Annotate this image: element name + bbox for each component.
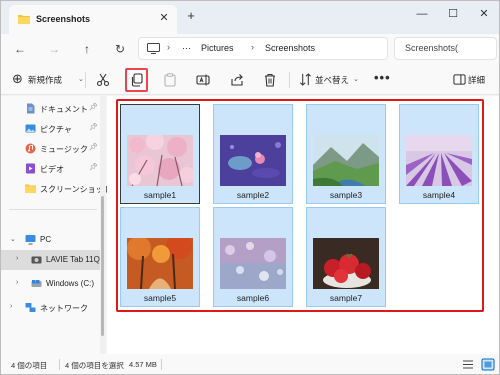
sidebar-item-pictures[interactable]: ピクチャ 📌︎ (1, 119, 101, 139)
network-icon (25, 303, 36, 312)
details-pane-icon (453, 74, 466, 85)
sidebar-item-label: ネットワーク (40, 304, 88, 313)
navigation-pane: ドキュメント 📌︎ ピクチャ 📌︎ ミュージック 📌︎ ビデオ 📌︎ スクリーン… (1, 96, 112, 354)
paste-button[interactable] (160, 70, 180, 90)
search-input[interactable]: Screenshots( (394, 37, 497, 60)
sidebar-item-lavie-tab[interactable]: › LAVIE Tab 11Q (1, 250, 101, 270)
close-window-button[interactable]: ✕ (469, 4, 499, 24)
sidebar-scrollbar[interactable] (100, 96, 105, 354)
chevron-down-icon[interactable]: ⌄ (10, 235, 16, 243)
new-label: 新規作成 (28, 75, 63, 85)
chevron-right-icon: › (167, 42, 170, 52)
pictures-icon (25, 124, 36, 133)
chevron-down-icon: ⌄ (78, 76, 84, 83)
device-icon (31, 256, 42, 264)
more-options-button[interactable]: ••• (374, 70, 391, 85)
toolbar-divider (85, 72, 86, 88)
plus-icon: ⊕ (12, 71, 23, 86)
search-placeholder: Screenshots( (405, 43, 459, 53)
breadcrumb-pictures[interactable]: Pictures (201, 43, 234, 53)
sidebar-divider (9, 209, 97, 210)
monitor-icon (147, 43, 160, 54)
pin-icon[interactable]: 📌︎ (89, 163, 98, 171)
trash-icon (265, 73, 275, 87)
sidebar-item-music[interactable]: ミュージック 📌︎ (1, 139, 101, 159)
file-explorer-window: Screenshots ✕ + — ☐ ✕ ← → ↑ ↻ › ··· Pict… (0, 0, 500, 375)
new-tab-icon[interactable]: + (184, 9, 198, 23)
breadcrumb-screenshots[interactable]: Screenshots (265, 43, 315, 53)
folder-icon (18, 15, 30, 24)
pin-icon[interactable]: 📌︎ (89, 103, 98, 111)
close-tab-icon[interactable]: ✕ (157, 11, 171, 25)
details-label: 詳細 (468, 75, 486, 85)
pin-icon[interactable]: 📌︎ (89, 123, 98, 131)
sidebar-item-pc[interactable]: ⌄ PC (1, 230, 101, 250)
sidebar-item-label: PC (40, 235, 52, 244)
title-bar: Screenshots ✕ + — ☐ ✕ (1, 1, 499, 34)
tiles-view-icon[interactable] (481, 358, 495, 371)
sidebar-item-documents[interactable]: ドキュメント 📌︎ (1, 99, 101, 119)
monitor-icon (25, 235, 36, 245)
rename-icon (196, 74, 210, 86)
chevron-right-icon[interactable]: › (16, 279, 18, 286)
sidebar-item-videos[interactable]: ビデオ 📌︎ (1, 159, 101, 179)
chevron-right-icon[interactable]: › (10, 303, 12, 310)
status-divider (161, 359, 162, 370)
sidebar-item-label: Windows (C:) (46, 279, 95, 288)
share-icon (231, 74, 243, 86)
address-bar-row: ← → ↑ ↻ › ··· Pictures › Screenshots Scr… (1, 34, 499, 64)
minimize-button[interactable]: — (407, 4, 437, 24)
scrollbar-thumb[interactable] (101, 196, 104, 336)
sidebar-item-screenshots[interactable]: スクリーンショット (1, 179, 112, 199)
sidebar-item-label: ピクチャ (40, 125, 72, 134)
document-icon (27, 103, 35, 114)
up-arrow-icon[interactable]: ↑ (76, 38, 98, 60)
chevron-right-icon[interactable]: › (16, 255, 18, 262)
cut-button[interactable] (93, 70, 113, 90)
drive-icon (31, 280, 42, 287)
maximize-button[interactable]: ☐ (438, 4, 468, 24)
folder-icon (25, 184, 36, 193)
share-button[interactable] (227, 70, 247, 90)
command-bar: ⊕ 新規作成 ⌄ 並べ替え ⌄ ••• 詳細 (1, 64, 499, 95)
sort-label: 並べ替え (315, 75, 350, 85)
address-field[interactable]: › ··· Pictures › Screenshots (138, 37, 388, 60)
tab-screenshots[interactable]: Screenshots ✕ (9, 5, 177, 34)
refresh-icon[interactable]: ↻ (109, 38, 131, 60)
sidebar-item-network[interactable]: › ネットワーク (1, 298, 101, 318)
chevron-right-icon: › (251, 42, 254, 52)
rename-button[interactable] (193, 70, 213, 90)
selection-count: 4 個の項目を選択 (65, 361, 124, 370)
chevron-down-icon: ⌄ (353, 76, 359, 83)
copy-button-highlight (125, 68, 148, 92)
back-arrow-icon[interactable]: ← (9, 38, 31, 60)
item-count: 4 個の項目 (11, 361, 48, 370)
sort-icon (300, 73, 311, 86)
tab-title: Screenshots (36, 14, 91, 24)
forward-arrow-icon[interactable]: → (43, 38, 65, 60)
details-view-icon[interactable] (461, 358, 475, 371)
paste-icon (164, 73, 176, 87)
video-icon (26, 163, 35, 174)
status-bar: 4 個の項目 4 個の項目を選択 4.57 MB (1, 354, 499, 374)
delete-button[interactable] (260, 70, 280, 90)
address-more[interactable]: ··· (182, 43, 191, 53)
sidebar-item-windows-c[interactable]: › Windows (C:) (1, 274, 101, 294)
toolbar-divider (289, 72, 290, 88)
selection-highlight-box (116, 99, 484, 312)
status-divider (59, 359, 60, 370)
sidebar-item-label: LAVIE Tab 11Q (46, 255, 100, 264)
pin-icon[interactable]: 📌︎ (89, 143, 98, 151)
selection-size: 4.57 MB (129, 360, 157, 369)
sidebar-item-label: ミュージック (40, 145, 88, 154)
sidebar-item-label: ドキュメント (40, 105, 88, 114)
music-icon (25, 143, 36, 154)
scissors-icon (96, 73, 110, 87)
sidebar-item-label: ビデオ (40, 165, 64, 174)
